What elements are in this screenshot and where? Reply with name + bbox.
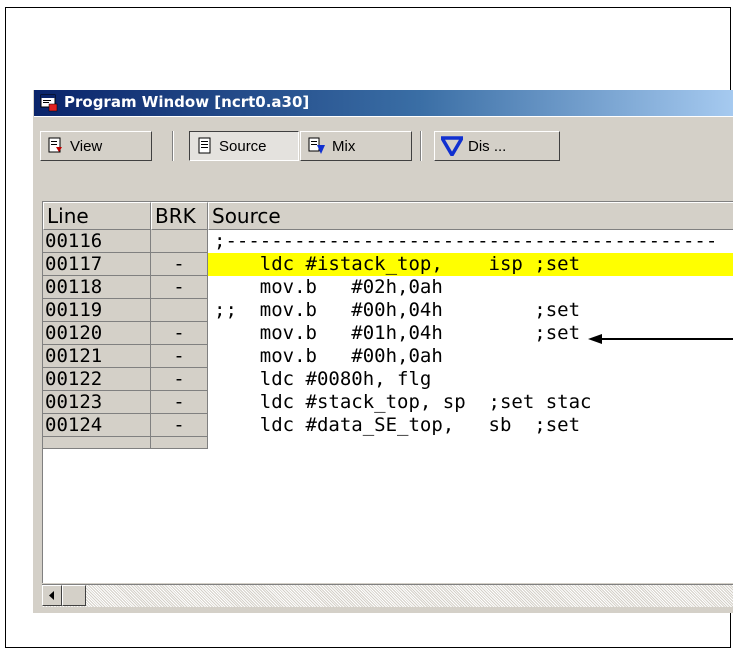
view-button[interactable]: View [40,131,152,161]
breakpoint-cell[interactable]: - [151,322,208,345]
program-window-icon [40,94,58,112]
toolbar-separator [420,131,422,161]
view-icon [48,137,62,153]
source-table: Line BRK Source 00116 ;------------------… [42,201,733,583]
line-number: 00121 [43,345,151,368]
scroll-left-button[interactable] [42,585,62,606]
scroll-thumb[interactable] [62,585,86,606]
table-row[interactable]: 00116 ;----------------------------------… [43,230,733,253]
program-window: Program Window [ncrt0.a30] View Source M… [33,90,733,613]
source-icon [198,137,211,154]
toolbar: View Source Mix Dis ... [34,116,733,169]
breakpoint-cell[interactable]: - [151,345,208,368]
disassemble-button-label: Dis ... [468,137,507,155]
horizontal-scrollbar[interactable] [42,584,733,607]
line-number: 00122 [43,368,151,391]
breakpoint-cell[interactable]: - [151,414,208,437]
breakpoint-cell[interactable] [151,299,208,322]
line-cell [43,437,151,449]
title-bar[interactable]: Program Window [ncrt0.a30] [34,90,733,116]
line-number: 00119 [43,299,151,322]
table-row[interactable]: 00118- mov.b #02h,0ah [43,276,733,299]
column-header-line[interactable]: Line [43,202,151,230]
disassemble-button[interactable]: Dis ... [434,131,560,161]
line-number: 00124 [43,414,151,437]
source-code-line[interactable]: ldc #0080h, flg [208,368,733,391]
line-number: 00120 [43,322,151,345]
line-number: 00116 [43,230,151,253]
table-row[interactable]: 00117- ldc #istack_top, isp ;set [43,253,733,276]
mix-button-label: Mix [332,137,356,155]
breakpoint-cell[interactable]: - [151,368,208,391]
mix-button[interactable]: Mix [300,131,412,161]
disassemble-icon [441,136,463,156]
breakpoint-cell[interactable] [151,230,208,253]
column-header-brk[interactable]: BRK [151,202,208,230]
source-code-line[interactable]: mov.b #02h,0ah [208,276,733,299]
source-code-line[interactable]: ldc #stack_top, sp ;set stac [208,391,733,414]
line-number: 00117 [43,253,151,276]
source-code-line[interactable]: ldc #istack_top, isp ;set [208,253,733,276]
source-cell [208,437,733,583]
view-button-label: View [70,137,103,155]
line-number: 00123 [43,391,151,414]
empty-row [43,437,733,583]
table-row[interactable]: 00119 ;; mov.b #00h,04h ;set [43,299,733,322]
toolbar-separator [172,131,174,161]
brk-cell [151,437,208,449]
window-title: Program Window [ncrt0.a30] [64,93,310,111]
column-header-source[interactable]: Source [208,202,733,230]
source-code-line[interactable]: ;---------------------------------------… [208,230,733,253]
source-button[interactable]: Source [189,131,299,161]
source-button-label: Source [219,137,267,155]
line-number: 00118 [43,276,151,299]
table-row[interactable]: 00122- ldc #0080h, flg [43,368,733,391]
chevron-left-icon [49,591,54,600]
mix-icon [308,137,325,154]
table-row[interactable]: 00123- ldc #stack_top, sp ;set stac [43,391,733,414]
breakpoint-cell[interactable]: - [151,253,208,276]
table-row[interactable]: 00124- ldc #data_SE_top, sb ;set [43,414,733,437]
annotation-arrow-icon [588,334,733,344]
breakpoint-cell[interactable]: - [151,391,208,414]
source-code-line[interactable]: ldc #data_SE_top, sb ;set [208,414,733,437]
source-code-line[interactable]: ;; mov.b #00h,04h ;set [208,299,733,322]
breakpoint-cell[interactable]: - [151,276,208,299]
